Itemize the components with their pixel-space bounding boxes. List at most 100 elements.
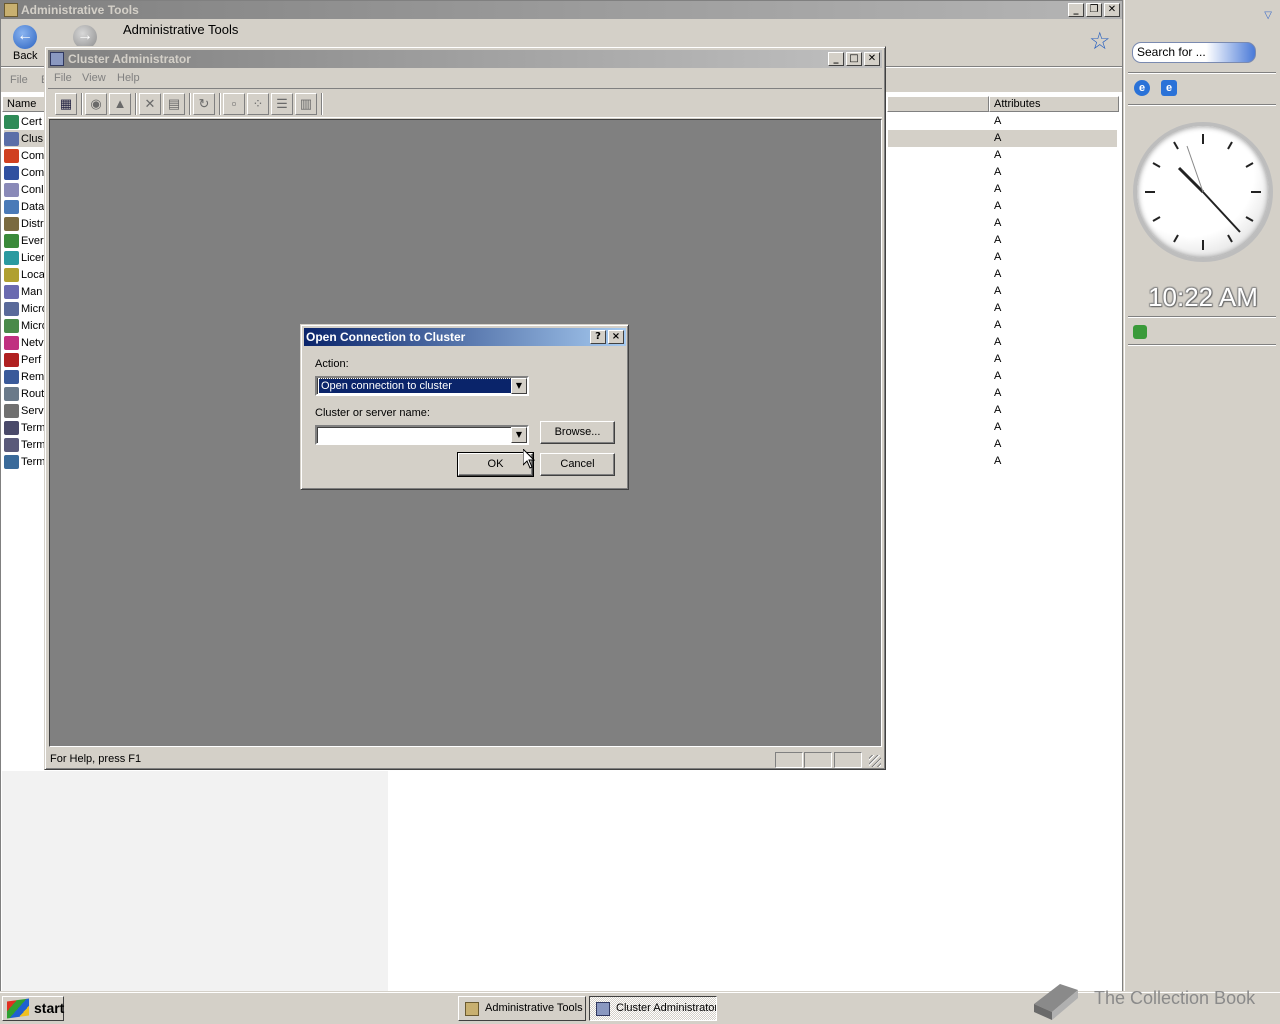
sidebar-divider bbox=[1128, 104, 1276, 106]
search-placeholder: Search for ... bbox=[1137, 45, 1206, 59]
column-header-attributes[interactable]: Attributes bbox=[989, 96, 1119, 112]
sidebar-divider bbox=[1128, 72, 1276, 74]
snapin-icon bbox=[4, 454, 19, 469]
list-item[interactable]: Serv bbox=[4, 402, 46, 419]
list-item[interactable]: Micro bbox=[4, 317, 46, 334]
snapin-icon bbox=[4, 267, 19, 282]
list-item[interactable]: Man bbox=[4, 283, 46, 300]
ok-button[interactable]: OK bbox=[457, 452, 534, 477]
favorites-star-icon[interactable]: ☆ bbox=[1089, 29, 1111, 55]
list-item-label: Term bbox=[21, 438, 46, 451]
close-button[interactable]: ✕ bbox=[1104, 3, 1120, 17]
column-header-name[interactable]: Name bbox=[2, 96, 47, 112]
forward-arrow-icon: → bbox=[77, 27, 93, 44]
snapin-icon bbox=[4, 165, 19, 180]
outlook-express-icon[interactable]: e bbox=[1161, 80, 1177, 96]
status-bar: For Help, press F1 bbox=[48, 750, 882, 768]
server-name-value bbox=[319, 428, 321, 442]
list-item[interactable]: Perf bbox=[4, 351, 46, 368]
list-item[interactable]: Micro bbox=[4, 300, 46, 317]
list-item[interactable]: Rout bbox=[4, 385, 46, 402]
list-item-label: Cert bbox=[21, 115, 42, 128]
status-pane bbox=[834, 752, 862, 768]
refresh-icon[interactable]: ↻ bbox=[193, 93, 215, 115]
list-item[interactable]: Term bbox=[4, 436, 46, 453]
list-view-icon[interactable]: ☰ bbox=[271, 93, 293, 115]
bring-online-icon[interactable]: ◉ bbox=[85, 93, 107, 115]
list-item-label: Man bbox=[21, 285, 43, 298]
dialog-titlebar[interactable]: Open Connection to Cluster ? × bbox=[304, 328, 626, 346]
chevron-down-icon[interactable]: ▼ bbox=[511, 427, 527, 443]
list-item[interactable]: Term bbox=[4, 453, 46, 470]
list-item[interactable]: Term bbox=[4, 419, 46, 436]
list-item[interactable]: Distr bbox=[4, 215, 46, 232]
cluadmin-title: Cluster Administrator bbox=[68, 52, 191, 66]
maximize-button[interactable]: ❐ bbox=[1086, 3, 1102, 17]
close-button[interactable]: ✕ bbox=[864, 52, 880, 66]
list-item-attribute: A bbox=[994, 387, 1002, 399]
menu-help[interactable]: Help bbox=[117, 72, 140, 84]
list-item[interactable]: Ever bbox=[4, 232, 46, 249]
list-item-label: Netv bbox=[21, 336, 44, 349]
list-item[interactable]: Com bbox=[4, 147, 46, 164]
minimize-button[interactable]: _ bbox=[828, 52, 844, 66]
resize-grip[interactable] bbox=[869, 755, 881, 767]
help-button[interactable]: ? bbox=[590, 330, 606, 344]
clock-face-icon bbox=[1145, 134, 1261, 250]
action-value: Open connection to cluster bbox=[318, 378, 512, 394]
open-connection-icon[interactable]: ▦ bbox=[55, 93, 77, 115]
task-label: Cluster Administrator bbox=[616, 1002, 717, 1014]
network-icon[interactable] bbox=[1133, 325, 1147, 339]
chevron-down-icon[interactable]: ▽ bbox=[1264, 10, 1272, 21]
take-offline-icon[interactable]: ▲ bbox=[109, 93, 131, 115]
snapin-icon bbox=[4, 369, 19, 384]
list-item-label: Serv bbox=[21, 404, 44, 417]
cancel-button[interactable]: Cancel bbox=[540, 453, 615, 476]
browse-button[interactable]: Browse... bbox=[540, 421, 615, 444]
list-item[interactable]: Clus bbox=[4, 130, 46, 147]
details-view-icon[interactable]: ▥ bbox=[295, 93, 317, 115]
list-item[interactable]: Data bbox=[4, 198, 46, 215]
start-button[interactable]: start bbox=[2, 996, 64, 1021]
list-item[interactable]: Conl bbox=[4, 181, 46, 198]
chevron-down-icon[interactable]: ▼ bbox=[511, 378, 527, 394]
search-input[interactable]: Search for ... bbox=[1132, 42, 1256, 63]
list-item[interactable]: Netv bbox=[4, 334, 46, 351]
mouse-cursor-icon bbox=[523, 449, 535, 469]
small-icons-icon[interactable]: ⁘ bbox=[247, 93, 269, 115]
minimize-button[interactable]: _ bbox=[1068, 3, 1084, 17]
taskbar-item-administrative-tools[interactable]: Administrative Tools bbox=[458, 996, 586, 1021]
back-button[interactable]: ← bbox=[13, 25, 37, 49]
internet-explorer-icon[interactable]: e bbox=[1134, 80, 1150, 96]
list-item-label: Clus bbox=[21, 132, 44, 145]
list-item[interactable]: Com bbox=[4, 164, 46, 181]
list-item-label: Ever bbox=[21, 234, 44, 247]
properties-icon[interactable]: ▤ bbox=[163, 93, 185, 115]
list-item[interactable]: Rem bbox=[4, 368, 46, 385]
delete-icon[interactable]: ✕ bbox=[139, 93, 161, 115]
clock-time: 10:22 AM bbox=[1148, 282, 1258, 312]
action-combobox[interactable]: Open connection to cluster ▼ bbox=[315, 376, 529, 396]
column-header-type[interactable] bbox=[887, 96, 989, 112]
snapin-icon bbox=[4, 403, 19, 418]
menu-file[interactable]: File bbox=[10, 74, 28, 86]
cluadmin-titlebar[interactable]: Cluster Administrator _ □ ✕ bbox=[48, 50, 882, 68]
list-item-attribute: A bbox=[888, 130, 1117, 147]
maximize-button[interactable]: □ bbox=[846, 52, 862, 66]
list-item-label: Perf bbox=[21, 353, 42, 366]
list-item[interactable]: Licer bbox=[4, 249, 46, 266]
menu-view[interactable]: View bbox=[82, 72, 106, 84]
list-item[interactable]: Cert bbox=[4, 113, 46, 130]
list-item-label: Conl bbox=[21, 183, 44, 196]
explorer-titlebar[interactable]: Administrative Tools _ ❐ ✕ bbox=[1, 1, 1122, 19]
taskbar-item-cluster-administrator[interactable]: Cluster Administrator bbox=[589, 996, 717, 1021]
cluadmin-toolbar: ▦ ◉ ▲ ✕ ▤ ↻ ▫ ⁘ ☰ ▥ bbox=[48, 88, 882, 118]
close-button[interactable]: × bbox=[608, 330, 624, 344]
list-item-attribute: A bbox=[994, 251, 1002, 263]
menu-file[interactable]: File bbox=[54, 72, 72, 84]
large-icons-icon[interactable]: ▫ bbox=[223, 93, 245, 115]
snapin-icon bbox=[4, 301, 19, 316]
server-name-combobox[interactable]: ▼ bbox=[315, 425, 529, 445]
cluster-app-icon bbox=[596, 1002, 610, 1016]
list-item[interactable]: Loca bbox=[4, 266, 46, 283]
